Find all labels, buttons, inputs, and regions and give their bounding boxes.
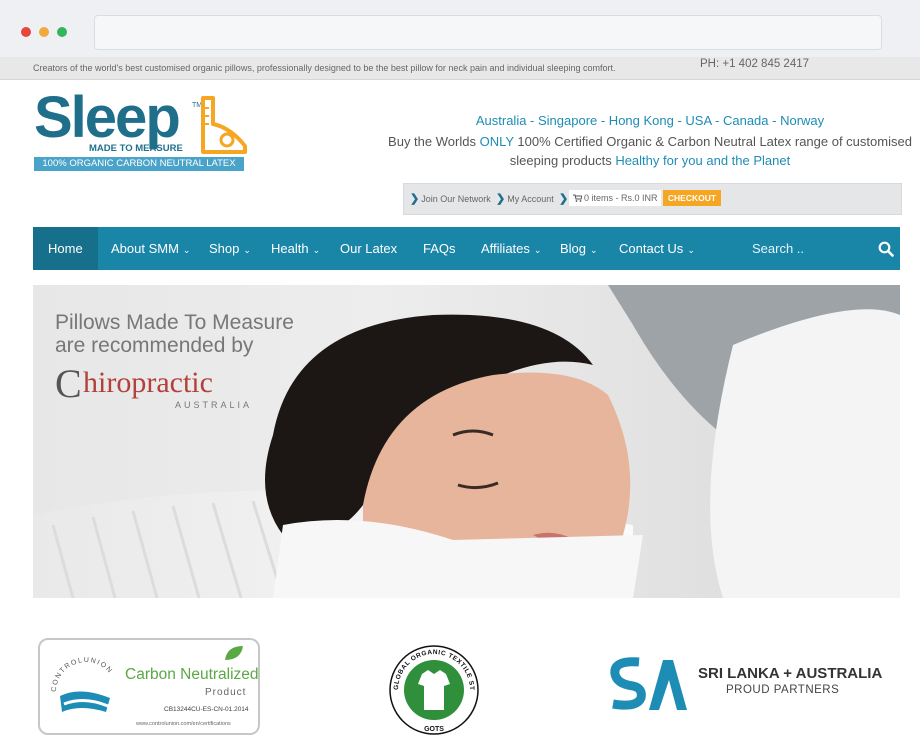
- tagline: Creators of the world's best customised …: [33, 63, 616, 73]
- search-input[interactable]: Search ..: [752, 227, 804, 270]
- nav-shop[interactable]: Shop ⌄: [209, 227, 251, 270]
- cart-icon: [573, 194, 583, 202]
- control-union-logo-icon: CONTROLUNION: [51, 657, 114, 712]
- chevron-down-icon: ⌄: [182, 245, 191, 255]
- chevron-right-icon: ❯: [410, 193, 420, 205]
- carbon-product-label: Product: [205, 687, 247, 698]
- nav-blog[interactable]: Blog ⌄: [560, 227, 598, 270]
- carbon-certificate-url: www.controlunion.com/en/certifications: [136, 721, 231, 727]
- nav-about[interactable]: About SMM ⌄: [111, 227, 190, 270]
- buy-only: ONLY: [479, 134, 514, 149]
- gots-logo[interactable]: GLOBAL ORGANIC TEXTILE STANDARD GOTS: [388, 640, 480, 736]
- control-union-arc-text: CONTROLUNION: [51, 657, 112, 692]
- sa-monogram-icon: [610, 657, 687, 710]
- nav-contact[interactable]: Contact Us ⌄: [619, 227, 695, 270]
- account-bar: ❯ Join Our Network ❯ My Account ❯ 0 items …: [403, 183, 902, 215]
- main-nav: Home About SMM ⌄ Shop ⌄ Health ⌄ Our Latex …: [33, 227, 900, 270]
- hero-heading: Pillows Made To Measure are recommended …: [55, 311, 294, 357]
- my-account-link[interactable]: ❯ My Account: [496, 192, 554, 205]
- nav-faqs-label: FAQs: [423, 241, 456, 256]
- address-bar[interactable]: [94, 15, 882, 50]
- hero-banner[interactable]: Pillows Made To Measure are recommended …: [33, 285, 900, 598]
- cart-label: 0 items - Rs.0 INR: [584, 193, 658, 203]
- nav-affiliates[interactable]: Affiliates ⌄: [481, 227, 541, 270]
- hero-line-2: are recommended by: [55, 334, 254, 357]
- measuring-foot-icon: [201, 96, 247, 154]
- nav-affiliates-label: Affiliates: [481, 241, 530, 256]
- chevron-down-icon: ⌄: [590, 245, 598, 255]
- join-network-label: Join Our Network: [421, 194, 491, 204]
- nav-home-label: Home: [48, 241, 83, 256]
- logo-wordmark: Sleep: [34, 85, 181, 150]
- nav-about-label: About SMM: [111, 241, 179, 256]
- join-network-link[interactable]: ❯ Join Our Network: [410, 192, 491, 205]
- chevron-down-icon: ⌄: [243, 245, 251, 255]
- chiro-subtitle: AUSTRALIA: [175, 400, 253, 410]
- sa-line-2: PROUD PARTNERS: [726, 684, 840, 696]
- carbon-neutral-badge[interactable]: CONTROLUNION Carbon Neutralized Product …: [38, 638, 260, 735]
- nav-health-label: Health: [271, 241, 309, 256]
- browser-chrome: [0, 0, 920, 57]
- sri-lanka-australia-partner-logo[interactable]: SRI LANKA + AUSTRALIA PROUD PARTNERS: [609, 654, 884, 714]
- leaf-icon: [225, 646, 243, 660]
- chiropractic-logo: C hiropractic AUSTRALIA: [55, 361, 285, 414]
- chevron-right-icon: ❯: [496, 193, 506, 205]
- chevron-down-icon: ⌄: [312, 245, 321, 255]
- logo-band: 100% ORGANIC CARBON NEUTRAL LATEX: [34, 157, 244, 171]
- buy-prefix: Buy the Worlds: [388, 134, 480, 149]
- checkout-button[interactable]: CHECKOUT: [663, 190, 721, 206]
- chevron-right-icon: ❯: [559, 193, 569, 205]
- buy-healthy: Healthy for you and the Planet: [615, 153, 791, 168]
- nav-faqs[interactable]: FAQs: [423, 227, 456, 270]
- minimize-window-icon[interactable]: [39, 27, 49, 37]
- buy-line: Buy the Worlds ONLY 100% Certified Organ…: [380, 132, 920, 170]
- search-icon[interactable]: [878, 241, 894, 257]
- chiro-word: hiropractic: [83, 366, 213, 399]
- nav-contact-label: Contact Us: [619, 241, 684, 256]
- nav-latex-label: Our Latex: [340, 241, 398, 256]
- carbon-title: Carbon Neutralized: [125, 666, 259, 683]
- countries-line: Australia - Singapore - Hong Kong - USA …: [475, 113, 825, 128]
- hero-line-1: Pillows Made To Measure: [55, 311, 294, 334]
- site-logo[interactable]: Sleep TM MADE TO MEASURE 100% ORGANIC CA…: [34, 88, 250, 176]
- my-account-label: My Account: [507, 194, 554, 204]
- nav-home[interactable]: Home: [33, 227, 98, 270]
- chevron-down-icon: ⌄: [687, 245, 695, 255]
- carbon-certificate-code: CB13244CU-ES-CN-01.2014: [164, 706, 249, 713]
- nav-our-latex[interactable]: Our Latex: [340, 227, 397, 270]
- search-box[interactable]: Search ..: [745, 227, 900, 270]
- phone-number[interactable]: PH: +1 402 845 2417: [700, 58, 809, 70]
- svg-text:CONTROLUNION: CONTROLUNION: [51, 657, 114, 692]
- nav-shop-label: Shop: [209, 241, 240, 256]
- gots-bottom-text: GOTS: [424, 726, 444, 733]
- top-strip: Creators of the world's best customised …: [0, 57, 920, 80]
- cart-summary[interactable]: 0 items - Rs.0 INR: [569, 190, 661, 206]
- logo-subtitle: MADE TO MEASURE: [89, 143, 183, 154]
- close-window-icon[interactable]: [21, 27, 31, 37]
- chiro-initial: C: [55, 361, 82, 406]
- nav-blog-label: Blog: [560, 241, 587, 256]
- maximize-window-icon[interactable]: [57, 27, 67, 37]
- nav-health[interactable]: Health ⌄: [271, 227, 320, 270]
- chevron-down-icon: ⌄: [533, 245, 542, 255]
- sa-line-1: SRI LANKA + AUSTRALIA: [698, 665, 883, 682]
